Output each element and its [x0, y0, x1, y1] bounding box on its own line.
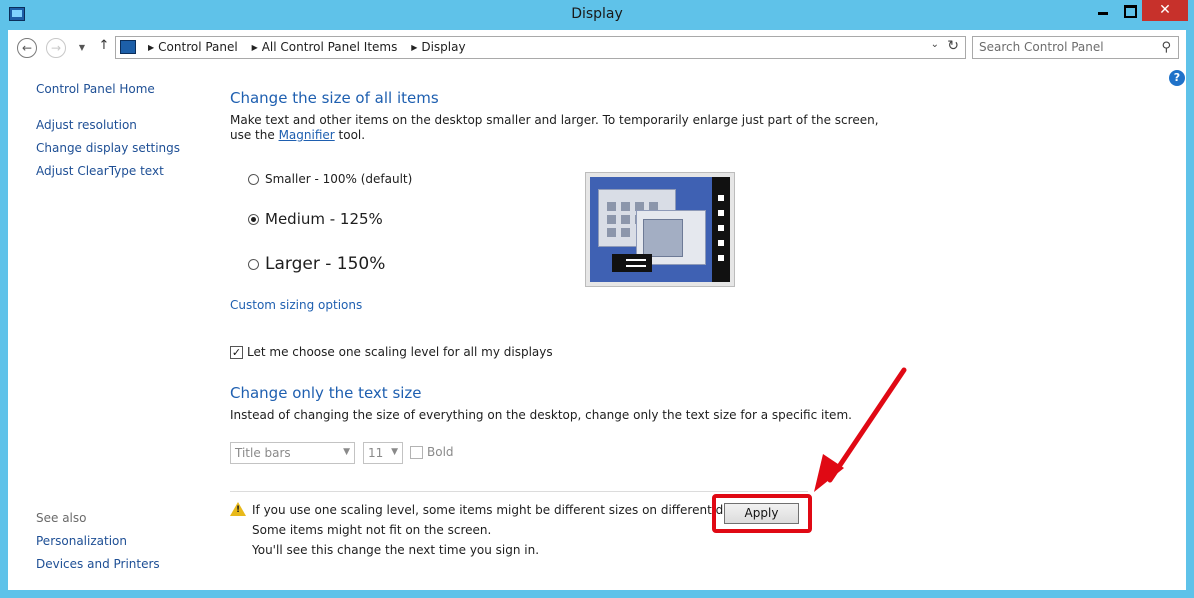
annotation-arrow-icon: [814, 367, 907, 492]
close-button[interactable]: ✕: [1142, 0, 1188, 21]
minimize-button[interactable]: [1090, 0, 1116, 21]
maximize-button[interactable]: [1116, 0, 1142, 21]
window-title: Display: [571, 6, 623, 22]
window-client: ← → ▼ ↑ ▶ Control Panel ▶ All Control Pane…: [8, 30, 1186, 590]
title-bar: Display ✕: [0, 0, 1194, 30]
